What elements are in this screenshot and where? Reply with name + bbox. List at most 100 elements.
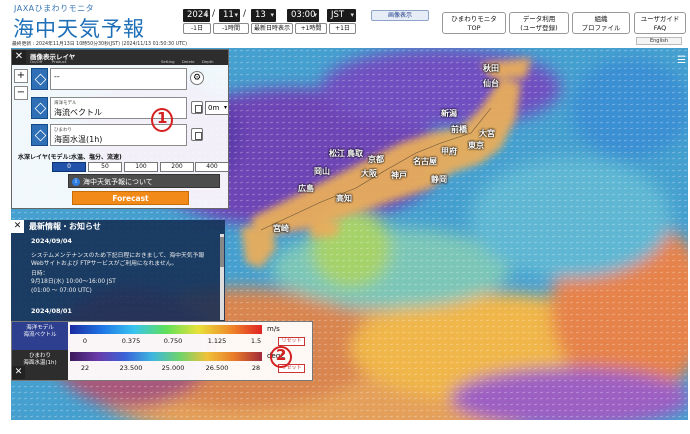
news-panel: ✕ 最新情報・お知らせ 2024/09/04 システムメンテナンスのため下記日程… <box>11 220 225 322</box>
layers-icon[interactable] <box>31 124 48 146</box>
city-label: 仙台 <box>483 79 499 88</box>
news-title: 最新情報・お知らせ <box>29 222 101 231</box>
column-header: On/Off <box>30 59 43 64</box>
nav-organization-button[interactable]: 組織 プロファイル <box>572 12 630 34</box>
depth-button-400[interactable]: 400 <box>195 162 229 172</box>
layer-name: 海面水温(1h) <box>54 135 103 144</box>
delete-icon[interactable] <box>191 128 203 141</box>
forecast-button[interactable]: Forecast <box>72 191 189 205</box>
layer-product-select[interactable]: -- <box>50 68 187 90</box>
nav-user-guide-button[interactable]: ユーザガイド FAQ <box>634 12 686 34</box>
water-depth-layer-label: 水深レイヤ(モデル:水温、塩分、流速) <box>18 154 122 161</box>
nav-label: ひまわりモニタ <box>451 15 497 23</box>
depth-select[interactable]: 0m <box>205 101 229 115</box>
legend-tick: 22 <box>80 364 90 372</box>
legend-tick: 1.5 <box>250 337 262 345</box>
city-label: 岡山 <box>314 167 330 176</box>
column-header: Product <box>52 59 67 64</box>
zoom-out-button[interactable]: − <box>14 86 28 100</box>
nav-label: TOP <box>467 24 481 32</box>
column-header: Depth <box>202 59 214 64</box>
time-select[interactable]: 03:00 <box>287 9 319 22</box>
news-text: 9月18日(水) 10:00〜16:00 JST <box>31 279 116 285</box>
nav-label: ユーザガイド <box>640 15 680 23</box>
depth-button-200[interactable]: 200 <box>160 162 194 172</box>
legend-tick: 25.000 <box>161 364 185 372</box>
layer-category: 海洋モデル <box>54 101 77 106</box>
legend-tick: 28 <box>251 364 261 372</box>
news-text: (01:00 〜 07:00 UTC) <box>31 288 92 294</box>
layer-panel-header: ✕ 画像表示レイヤ On/Off Product Setting Delete … <box>12 50 228 65</box>
column-header: Delete <box>182 59 195 64</box>
map-menu-icon[interactable]: ☰ <box>677 56 687 66</box>
city-label: 秋田 <box>483 64 499 73</box>
depth-button-0[interactable]: 0 <box>52 162 86 172</box>
news-date: 2024/08/01 <box>31 307 72 315</box>
city-label: 新潟 <box>441 109 457 118</box>
news-scrollbar[interactable] <box>220 234 224 320</box>
layer-panel: ✕ 画像表示レイヤ On/Off Product Setting Delete … <box>11 49 229 209</box>
column-header: Setting <box>161 59 175 64</box>
image-display-button[interactable]: 画像表示 <box>371 10 429 21</box>
day-select[interactable]: 13 <box>251 9 276 22</box>
layer-row: ひまわり 海面水温(1h) <box>31 124 224 146</box>
sst-colorbar <box>70 352 262 361</box>
info-icon: i <box>72 178 80 186</box>
legend-tick: 0 <box>82 337 88 345</box>
about-link-label: 海中天気予報について <box>83 178 153 186</box>
nav-himawari-top-button[interactable]: ひまわりモニタ TOP <box>442 12 506 34</box>
layer-category: ひまわり <box>54 128 72 133</box>
city-label: 静岡 <box>431 175 447 184</box>
legend-unit: m/s <box>267 325 280 333</box>
depth-button-50[interactable]: 50 <box>88 162 122 172</box>
current-colorbar <box>70 325 262 334</box>
language-toggle[interactable]: English <box>636 37 682 45</box>
news-text: システムメンテナンスのため下記日程におきまして、海中天気予報 <box>31 253 205 259</box>
legend-tick: 0.750 <box>163 337 183 345</box>
reset-button[interactable]: リセット <box>278 337 305 346</box>
layers-icon[interactable] <box>31 97 48 119</box>
about-link[interactable]: i 海中天気予報について <box>68 174 220 188</box>
timezone-select[interactable]: JST <box>327 9 356 22</box>
last-updated-text: 最終更新 : 2024年11月13日 10時50分30秒(JST) (2024/… <box>12 42 188 47</box>
city-label: 名古屋 <box>413 157 437 166</box>
layers-icon[interactable] <box>31 68 48 90</box>
nav-label: (ユーザ登録) <box>520 24 558 32</box>
city-label: 高知 <box>336 194 352 203</box>
legend-label: 海流ベクトル <box>23 332 57 338</box>
close-icon[interactable]: ✕ <box>12 366 25 379</box>
minus-1-day-button[interactable]: -1日 <box>183 23 211 34</box>
close-icon[interactable]: ✕ <box>11 220 24 233</box>
date-separator: / <box>243 9 247 19</box>
layer-name: -- <box>54 72 60 81</box>
brand-title[interactable]: 海中天気予報 <box>13 13 145 43</box>
nav-data-usage-button[interactable]: データ利用 (ユーザ登録) <box>509 12 569 34</box>
annotation-number: 2 <box>276 346 287 364</box>
annotation-number: 1 <box>157 109 168 127</box>
city-label: 松江 <box>329 149 345 158</box>
depth-button-100[interactable]: 100 <box>124 162 158 172</box>
plus-1-hour-button[interactable]: +1時間 <box>295 23 327 34</box>
close-icon[interactable]: ✕ <box>12 50 26 64</box>
month-select[interactable]: 11 <box>219 9 240 22</box>
legend-panel: 海洋モデル 海流ベクトル m/s 0 0.375 0.750 1.125 1.5… <box>11 321 313 381</box>
city-label: 鳥取 <box>347 149 363 158</box>
news-text: Webサイトおよび FTPサービスがご利用になれません。 <box>31 261 178 267</box>
news-date: 2024/09/04 <box>31 237 72 245</box>
legend-label: 海洋モデル <box>26 325 54 331</box>
gear-icon[interactable]: ⚙ <box>190 71 204 85</box>
city-label: 東京 <box>468 141 484 150</box>
city-label: 大宮 <box>479 129 495 138</box>
date-separator: / <box>212 9 216 19</box>
nav-label: プロファイル <box>581 24 621 32</box>
legend-tick: 1.125 <box>207 337 227 345</box>
layer-name: 海流ベクトル <box>54 108 102 117</box>
latest-datetime-button[interactable]: 最新日時表示 <box>251 23 293 34</box>
nav-label: 組織 <box>594 15 608 23</box>
minus-1-hour-button[interactable]: -1時間 <box>213 23 249 34</box>
plus-1-day-button[interactable]: +1日 <box>329 23 356 34</box>
zoom-in-button[interactable]: + <box>14 69 28 83</box>
year-select[interactable]: 2024 <box>183 9 210 22</box>
delete-icon[interactable] <box>191 101 203 114</box>
city-label: 甲府 <box>441 147 457 156</box>
